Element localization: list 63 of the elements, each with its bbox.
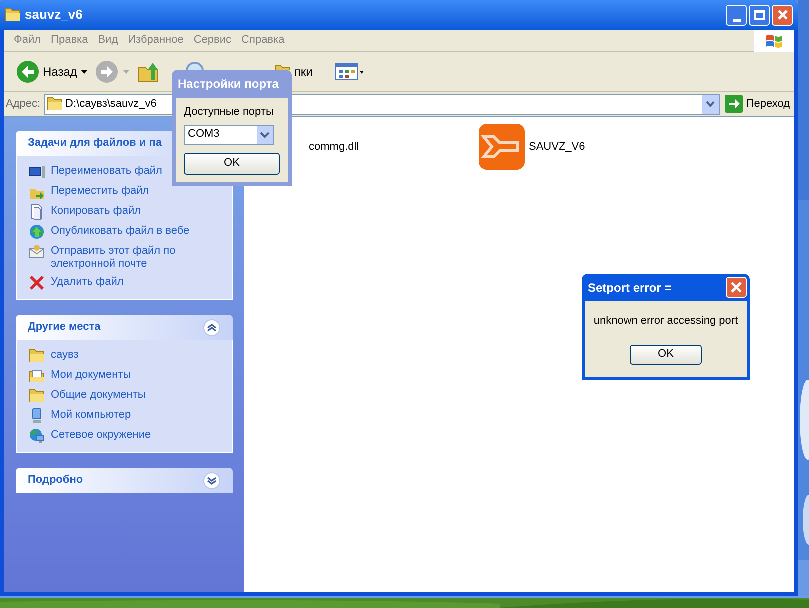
task-link[interactable]: Переместить файл: [51, 184, 150, 198]
toolbar-button[interactable]: Назад: [14, 56, 92, 88]
item-icon: [29, 388, 45, 404]
panel-title: Подробно: [28, 473, 84, 488]
task-link[interactable]: Мой компьютер: [51, 408, 132, 422]
port-dropdown[interactable]: COM3: [184, 124, 274, 144]
expand-chevron-icon[interactable]: [203, 472, 221, 490]
task-link[interactable]: Мои документы: [51, 368, 132, 382]
maximize-icon: [754, 10, 765, 20]
address-label: Адрес:: [6, 96, 41, 112]
menu-item[interactable]: Справка: [238, 32, 289, 49]
error-message: unknown error accessing port: [594, 314, 738, 329]
file-name[interactable]: commg.dll: [309, 138, 360, 156]
task-link[interactable]: Переименовать файл: [51, 164, 162, 178]
task-link[interactable]: Отправить этот файл по электронной почте: [51, 244, 201, 271]
window-flag-icon: [765, 32, 783, 48]
panel-title: Другие места: [28, 320, 102, 336]
minimize-button[interactable]: [726, 4, 747, 26]
task-link[interactable]: Удалить файл: [51, 275, 124, 289]
panel-header[interactable]: Другие места: [16, 315, 233, 340]
dropdown-button[interactable]: [702, 94, 720, 114]
ok-button[interactable]: OK: [184, 152, 280, 174]
views-icon: [334, 62, 365, 82]
dialog-title: Setport error =: [588, 280, 673, 296]
chevron-down-icon: [257, 126, 273, 144]
menu-item[interactable]: Правка: [47, 32, 92, 49]
folder-icon: [5, 7, 21, 23]
item-icon: [29, 164, 45, 180]
item-icon: [29, 368, 45, 384]
task-link[interactable]: Опубликовать файл в вебе: [51, 224, 190, 238]
close-button[interactable]: [726, 277, 747, 298]
collapse-chevron-icon[interactable]: [203, 318, 221, 336]
task-link[interactable]: Сетевое окружение: [51, 428, 152, 442]
item-icon: [29, 244, 45, 260]
item-icon: [29, 275, 45, 291]
wrench-icon[interactable]: [478, 123, 526, 171]
close-icon: [778, 10, 788, 20]
go-button[interactable]: Переход: [723, 95, 790, 113]
task-link[interactable]: саувз: [51, 348, 79, 362]
menu-item[interactable]: Сервис: [190, 32, 236, 49]
panel-title: Задачи для файлов и па: [28, 136, 163, 152]
file-name[interactable]: SAUVZ_V6: [529, 138, 586, 156]
item-icon: [29, 224, 45, 240]
arrow-right-icon: [725, 95, 744, 113]
item-icon: [29, 348, 45, 364]
ok-button[interactable]: OK: [630, 344, 702, 364]
minimize-icon: [732, 18, 740, 22]
menu-item[interactable]: Избранное: [124, 32, 188, 49]
menu-item[interactable]: Вид: [94, 32, 122, 49]
close-button[interactable]: [772, 4, 793, 26]
chevron-down-icon: [706, 101, 716, 107]
item-icon: [29, 204, 45, 220]
menu-item[interactable]: Файл: [10, 32, 46, 49]
task-link[interactable]: Общие документы: [51, 388, 146, 402]
maximize-button[interactable]: [749, 4, 770, 26]
dropdown-arrow-icon: [122, 68, 132, 74]
dropdown-arrow-icon: [80, 68, 90, 74]
panel-header[interactable]: Подробно: [16, 468, 233, 493]
item-icon: [29, 428, 45, 444]
task-link[interactable]: Копировать файл: [51, 204, 142, 218]
folder-icon: [46, 96, 63, 112]
window-title: sauvz_v6: [25, 6, 84, 24]
dialog-title: Настройки порта: [178, 76, 279, 93]
